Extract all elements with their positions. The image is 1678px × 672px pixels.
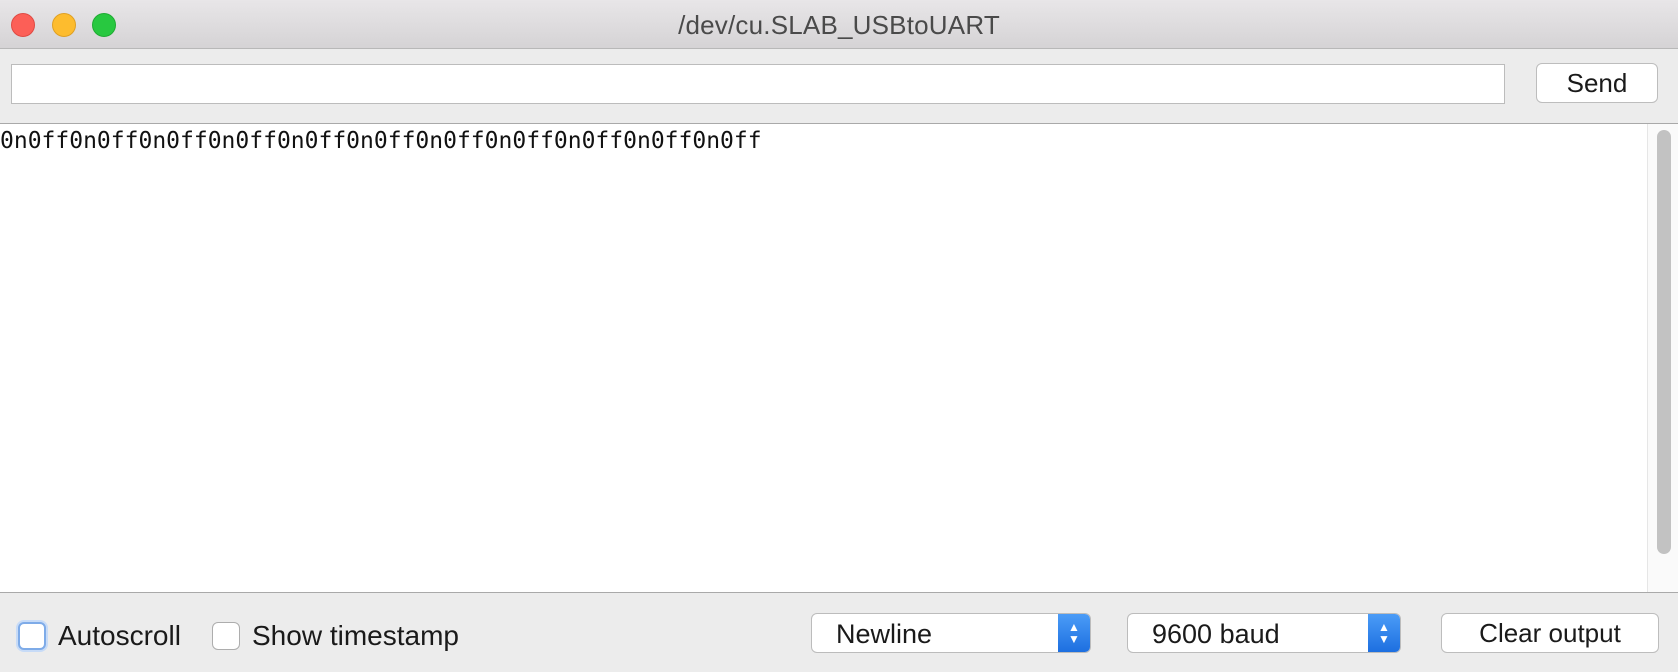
up-down-chevron-icon: ▲ ▼ <box>1058 614 1090 652</box>
bottom-toolbar: Autoscroll Show timestamp Newline ▲ ▼ 960… <box>0 593 1678 672</box>
send-input[interactable] <box>11 64 1505 104</box>
autoscroll-label[interactable]: Autoscroll <box>58 620 181 652</box>
baud-rate-select[interactable]: 9600 baud ▲ ▼ <box>1127 613 1401 653</box>
show-timestamp-label[interactable]: Show timestamp <box>252 620 459 652</box>
window-title: /dev/cu.SLAB_USBtoUART <box>678 10 1000 40</box>
autoscroll-checkbox[interactable] <box>18 622 46 650</box>
serial-output-text: 0n0ff0n0ff0n0ff0n0ff0n0ff0n0ff0n0ff0n0ff… <box>0 128 762 154</box>
clear-output-button[interactable]: Clear output <box>1441 613 1659 653</box>
serial-monitor-window: /dev/cu.SLAB_USBtoUART Send 0n0ff0n0ff0n… <box>0 0 1678 672</box>
baud-rate-value: 9600 baud <box>1152 619 1280 649</box>
title-bar: /dev/cu.SLAB_USBtoUART <box>0 0 1678 49</box>
line-ending-select[interactable]: Newline ▲ ▼ <box>811 613 1091 653</box>
show-timestamp-checkbox[interactable] <box>212 622 240 650</box>
send-row: Send <box>0 49 1678 123</box>
send-button[interactable]: Send <box>1536 63 1658 103</box>
up-down-chevron-icon: ▲ ▼ <box>1368 614 1400 652</box>
vertical-scrollbar[interactable] <box>1647 124 1678 592</box>
scrollbar-thumb[interactable] <box>1657 130 1671 554</box>
serial-output-area[interactable]: 0n0ff0n0ff0n0ff0n0ff0n0ff0n0ff0n0ff0n0ff… <box>0 123 1678 593</box>
line-ending-value: Newline <box>836 619 933 649</box>
